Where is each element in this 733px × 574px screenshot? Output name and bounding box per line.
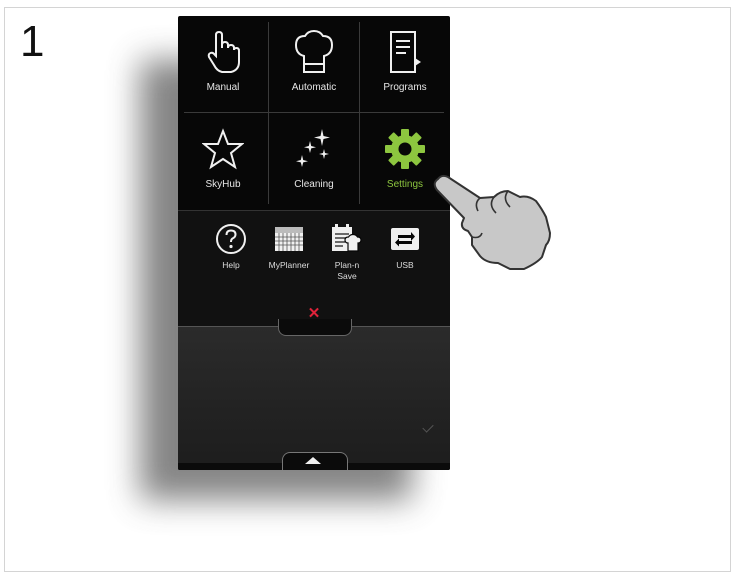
utility-help[interactable]: Help [202, 224, 260, 271]
utility-label: Plan-n Save [334, 260, 360, 281]
utility-label: Help [222, 260, 240, 270]
tile-label: Cleaning [294, 179, 334, 190]
utility-label: MyPlanner [268, 260, 310, 270]
arrow-up-icon[interactable] [305, 457, 321, 464]
calendar-icon [260, 224, 318, 254]
chef-hat-icon [269, 26, 359, 78]
recipe-book-icon [360, 26, 450, 78]
sparkle-icon [269, 123, 359, 175]
star-icon [178, 123, 268, 175]
tile-label: SkyHub [205, 179, 241, 190]
tile-manual[interactable]: Manual [178, 16, 268, 110]
tile-label: Automatic [291, 82, 337, 93]
tile-label: Manual [206, 82, 240, 93]
help-icon [202, 224, 260, 254]
divider [178, 210, 450, 211]
pointing-hand-icon [178, 26, 268, 78]
close-icon[interactable]: ✕ [304, 306, 324, 322]
plan-n-save-icon [318, 224, 376, 254]
slide-up-panel[interactable] [178, 326, 450, 470]
tile-programs[interactable]: Programs [360, 16, 450, 110]
tile-automatic[interactable]: Automatic [269, 16, 359, 110]
tile-label: Programs [383, 82, 427, 93]
utility-plan-n-save[interactable]: Plan-n Save [318, 224, 376, 282]
oven-control-panel: Manual Automatic Programs SkyHub Cleanin… [178, 16, 450, 470]
tile-cleaning[interactable]: Cleaning [269, 113, 359, 207]
utility-myplanner[interactable]: MyPlanner [260, 224, 318, 271]
step-number: 1 [20, 17, 45, 66]
pointing-finger-illustration [424, 165, 554, 280]
tile-skyhub[interactable]: SkyHub [178, 113, 268, 207]
